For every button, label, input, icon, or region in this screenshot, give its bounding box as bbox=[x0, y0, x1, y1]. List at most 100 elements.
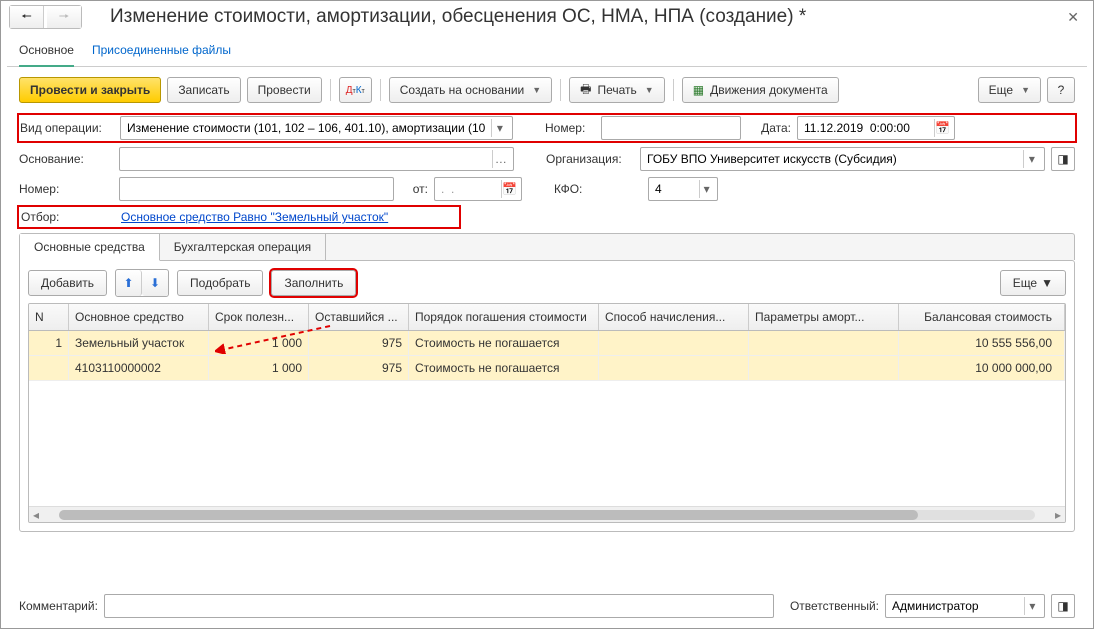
assets-panel: Добавить ⬆ ⬇ Подобрать Заполнить Еще ▼ bbox=[19, 260, 1075, 532]
kfo-select[interactable]: ▾ bbox=[648, 177, 718, 201]
detail-tabs: Основные средства Бухгалтерская операция bbox=[19, 233, 1075, 260]
op-type-value[interactable] bbox=[125, 120, 491, 136]
help-button[interactable]: ? bbox=[1047, 77, 1075, 103]
dtk-button[interactable]: ДтКт bbox=[339, 77, 372, 103]
col-order-header[interactable]: Порядок погашения стоимости bbox=[409, 304, 599, 330]
number-label: Номер: bbox=[545, 121, 595, 135]
separator bbox=[330, 79, 331, 101]
chevron-down-icon: ▼ bbox=[1041, 276, 1053, 290]
post-button[interactable]: Провести bbox=[247, 77, 322, 103]
basis-row: Основание: … Организация: ▾ ◨ bbox=[19, 147, 1075, 171]
arrow-down-icon: ⬇ bbox=[150, 276, 160, 290]
calendar-icon[interactable]: 📅 bbox=[501, 180, 517, 198]
horizontal-scrollbar[interactable]: ◂ ▸ bbox=[29, 506, 1065, 522]
col-n-header[interactable]: N bbox=[29, 304, 69, 330]
pick-button[interactable]: Подобрать bbox=[177, 270, 263, 296]
nav-forward-button[interactable]: 🠖 bbox=[47, 6, 81, 28]
fill-button[interactable]: Заполнить bbox=[271, 270, 356, 296]
panel-toolbar: Добавить ⬆ ⬇ Подобрать Заполнить Еще ▼ bbox=[28, 269, 1066, 297]
tab-attached-files[interactable]: Присоединенные файлы bbox=[92, 39, 231, 66]
doc-number-input[interactable] bbox=[119, 177, 394, 201]
col-balance-header[interactable]: Балансовая стоимость bbox=[899, 304, 1065, 330]
org-select[interactable]: ▾ bbox=[640, 147, 1045, 171]
comment-input[interactable] bbox=[104, 594, 774, 618]
org-value[interactable] bbox=[645, 151, 1023, 167]
app-window: 🠔 🠖 Изменение стоимости, амортизации, об… bbox=[0, 0, 1094, 629]
close-icon[interactable]: ✕ bbox=[1061, 9, 1085, 26]
tab-accounting-operation[interactable]: Бухгалтерская операция bbox=[160, 234, 326, 260]
filter-row: Отбор: Основное средство Равно "Земельны… bbox=[19, 207, 459, 227]
save-button[interactable]: Записать bbox=[167, 77, 240, 103]
panel-more-button[interactable]: Еще ▼ bbox=[1000, 270, 1066, 296]
scroll-right-icon[interactable]: ▸ bbox=[1051, 508, 1065, 522]
assets-grid: N Основное средство Срок полезн... Остав… bbox=[28, 303, 1066, 523]
nav-back-button[interactable]: 🠔 bbox=[10, 6, 44, 28]
print-label: Печать bbox=[597, 83, 636, 97]
add-button[interactable]: Добавить bbox=[28, 270, 107, 296]
date-value[interactable] bbox=[802, 120, 934, 136]
responsible-open-button[interactable]: ◨ bbox=[1051, 594, 1075, 618]
org-open-button[interactable]: ◨ bbox=[1051, 147, 1075, 171]
tab-main[interactable]: Основное bbox=[19, 39, 74, 67]
more-label: Еще bbox=[989, 83, 1013, 97]
col-asset-header[interactable]: Основное средство bbox=[69, 304, 209, 330]
scroll-thumb[interactable] bbox=[59, 510, 918, 520]
doc-number-row: Номер: от: 📅 КФО: ▾ bbox=[19, 177, 1075, 201]
grid-body[interactable]: 1 Земельный участок 1 000 975 Стоимость … bbox=[29, 331, 1065, 506]
from-label: от: bbox=[400, 182, 428, 196]
arrow-up-icon: ⬆ bbox=[124, 276, 134, 290]
calendar-icon[interactable]: 📅 bbox=[934, 119, 950, 137]
move-down-button[interactable]: ⬇ bbox=[142, 270, 168, 296]
responsible-label: Ответственный: bbox=[790, 599, 879, 613]
table-row[interactable]: 1 Земельный участок 1 000 975 Стоимость … bbox=[29, 331, 1065, 356]
basis-input[interactable]: … bbox=[119, 147, 514, 171]
post-and-close-button[interactable]: Провести и закрыть bbox=[19, 77, 161, 103]
comment-label: Комментарий: bbox=[19, 599, 98, 613]
number-input[interactable] bbox=[601, 116, 741, 140]
date-input[interactable]: 📅 bbox=[797, 116, 955, 140]
print-button[interactable]: 🖶 Печать ▼ bbox=[569, 77, 665, 103]
scroll-left-icon[interactable]: ◂ bbox=[29, 508, 43, 522]
nav-buttons: 🠔 🠖 bbox=[9, 5, 82, 29]
titlebar: 🠔 🠖 Изменение стоимости, амортизации, об… bbox=[1, 1, 1093, 33]
kfo-value[interactable] bbox=[653, 181, 699, 197]
chevron-down-icon: ▼ bbox=[1021, 85, 1030, 95]
chevron-down-icon[interactable]: ▾ bbox=[1024, 597, 1040, 615]
col-method-header[interactable]: Способ начисления... bbox=[599, 304, 749, 330]
ellipsis-icon[interactable]: … bbox=[492, 150, 509, 168]
org-label: Организация: bbox=[546, 152, 634, 166]
create-based-button[interactable]: Создать на основании ▼ bbox=[389, 77, 552, 103]
table-row[interactable]: 4103110000002 1 000 975 Стоимость не пог… bbox=[29, 356, 1065, 381]
tab-fixed-assets[interactable]: Основные средства bbox=[20, 234, 160, 261]
basis-label: Основание: bbox=[19, 152, 113, 166]
chevron-down-icon[interactable]: ▾ bbox=[699, 180, 713, 198]
col-life-header[interactable]: Срок полезн... bbox=[209, 304, 309, 330]
date-label: Дата: bbox=[747, 121, 791, 135]
header-tabs: Основное Присоединенные файлы bbox=[7, 33, 1087, 67]
dtk-icon: ДтКт bbox=[346, 85, 365, 96]
movements-icon: ▦ bbox=[693, 83, 704, 97]
op-type-label: Вид операции: bbox=[20, 121, 114, 135]
chevron-down-icon[interactable]: ▾ bbox=[1023, 150, 1040, 168]
from-date-input[interactable]: 📅 bbox=[434, 177, 522, 201]
open-icon: ◨ bbox=[1057, 599, 1068, 613]
filter-link[interactable]: Основное средство Равно "Земельный участ… bbox=[121, 210, 388, 224]
scroll-track[interactable] bbox=[59, 510, 1035, 520]
col-remaining-header[interactable]: Оставшийся ... bbox=[309, 304, 409, 330]
move-up-button[interactable]: ⬆ bbox=[116, 270, 142, 296]
more-button[interactable]: Еще ▼ bbox=[978, 77, 1041, 103]
create-based-label: Создать на основании bbox=[400, 83, 525, 97]
chevron-down-icon: ▼ bbox=[645, 85, 654, 95]
responsible-value[interactable] bbox=[890, 598, 1024, 614]
separator bbox=[673, 79, 674, 101]
open-icon: ◨ bbox=[1057, 152, 1068, 166]
from-value[interactable] bbox=[439, 181, 501, 197]
chevron-down-icon[interactable]: ▾ bbox=[491, 119, 508, 137]
form-area: Вид операции: ▾ Номер: Дата: 📅 Основание… bbox=[7, 111, 1087, 536]
movements-label: Движения документа bbox=[710, 83, 828, 97]
movements-button[interactable]: ▦ Движения документа bbox=[682, 77, 839, 103]
responsible-select[interactable]: ▾ bbox=[885, 594, 1045, 618]
op-type-select[interactable]: ▾ bbox=[120, 116, 513, 140]
col-params-header[interactable]: Параметры аморт... bbox=[749, 304, 899, 330]
separator bbox=[560, 79, 561, 101]
